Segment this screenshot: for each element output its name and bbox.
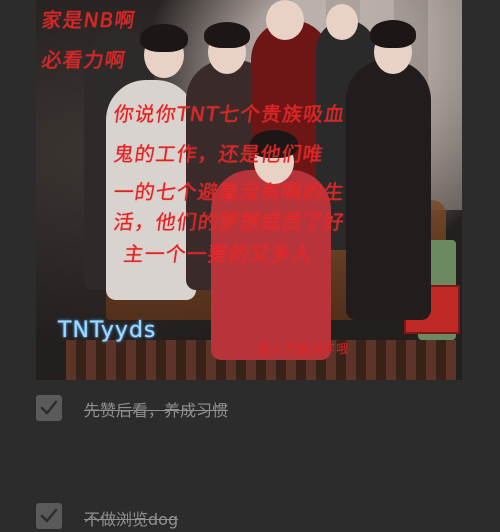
checkmark-icon bbox=[40, 400, 58, 415]
handwriting-line: 必看力啊 bbox=[40, 48, 128, 72]
task-checkbox[interactable] bbox=[36, 503, 62, 529]
handwriting-line: 家是NB啊 bbox=[40, 8, 138, 32]
checkmark-icon bbox=[40, 508, 58, 523]
post-screen: 家是NB啊 必看力啊 你说你TNT七个贵族吸血 鬼的工作，还是他们唯 一的七个避… bbox=[0, 0, 500, 532]
handwriting-line: 你说你TNT七个贵族吸血 bbox=[112, 102, 347, 126]
glow-tag: TNTyyds bbox=[58, 318, 157, 343]
handwriting-line: 活，他们的梦想成员了好 bbox=[112, 210, 347, 234]
group-photo[interactable]: 家是NB啊 必看力啊 你说你TNT七个贵族吸血 鬼的工作，还是他们唯 一的七个避… bbox=[36, 0, 462, 380]
task-checkbox[interactable] bbox=[36, 395, 62, 421]
task-label: 不做浏览dog bbox=[84, 510, 179, 529]
handwriting-line: 鬼的工作，还是他们唯 bbox=[112, 142, 326, 166]
handwriting-line: 主一个一要的又多人 bbox=[122, 242, 315, 266]
task-label: 先赞后看，养成习惯 bbox=[84, 401, 229, 420]
handwriting-note: 要人完看的字哦 bbox=[258, 342, 350, 356]
handwriting-line: 一的七个避着没有啊的生 bbox=[112, 180, 347, 204]
